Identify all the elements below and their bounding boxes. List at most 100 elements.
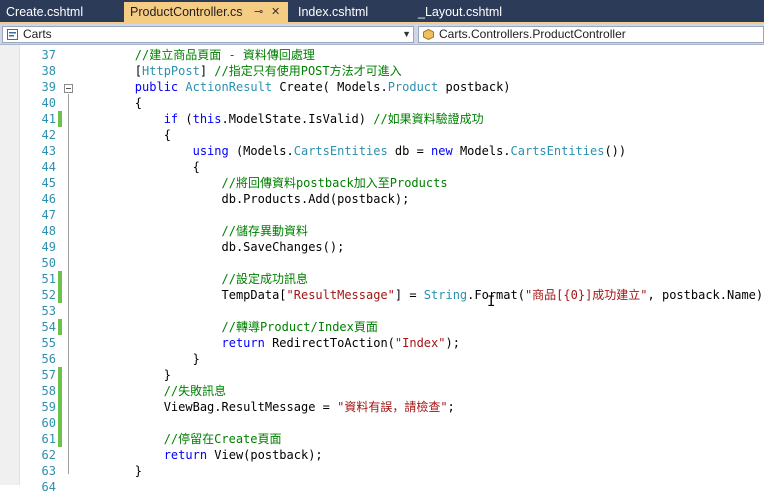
tab-label: Create.cshtml xyxy=(6,5,84,19)
close-icon[interactable]: ✕ xyxy=(271,2,280,22)
code-text[interactable]: //建立商品頁面 - 資料傳回處理 xyxy=(77,47,315,63)
code-text[interactable]: //轉導Product/Index頁面 xyxy=(77,319,378,335)
code-line[interactable]: 57 } xyxy=(0,367,764,383)
code-text[interactable]: return RedirectToAction("Index"); xyxy=(77,335,460,351)
code-line[interactable]: 42 { xyxy=(0,127,764,143)
type-member-dropdown[interactable]: Carts.Controllers.ProductController xyxy=(418,26,764,43)
code-line[interactable]: 53 xyxy=(0,303,764,319)
code-token: ; xyxy=(447,400,455,414)
line-number: 38 xyxy=(41,64,56,78)
line-number: 55 xyxy=(41,336,56,350)
csharp-project-icon xyxy=(7,29,18,40)
project-name: Carts xyxy=(23,27,52,41)
code-text[interactable]: { xyxy=(77,159,200,175)
code-text[interactable]: ViewBag.ResultMessage = "資料有誤，請檢查"; xyxy=(77,399,455,415)
code-token: db = xyxy=(387,144,432,158)
code-text[interactable]: using (Models.CartsEntities db = new Mod… xyxy=(77,143,627,159)
code-token: .ModelState.IsValid) xyxy=(221,112,374,126)
code-token: "Index" xyxy=(394,336,446,350)
code-line[interactable]: 49 db.SaveChanges(); xyxy=(0,239,764,255)
code-token: //建立商品頁面 - 資料傳回處理 xyxy=(134,48,315,62)
change-marker xyxy=(58,271,62,287)
chevron-down-icon[interactable]: ▼ xyxy=(402,27,411,42)
line-number: 46 xyxy=(41,192,56,206)
collapse-region-icon[interactable] xyxy=(64,84,73,93)
code-line[interactable]: 62 return View(postback); xyxy=(0,447,764,463)
tab-label: Index.cshtml xyxy=(298,5,369,19)
code-line[interactable]: 45 //將回傳資料postback加入至Products xyxy=(0,175,764,191)
code-line[interactable]: 46 db.Products.Add(postback); xyxy=(0,191,764,207)
code-token: } xyxy=(77,368,171,382)
tab-layout-cshtml[interactable]: _Layout.cshtml xyxy=(412,2,544,22)
line-number: 52 xyxy=(41,288,56,302)
code-text[interactable]: return View(postback); xyxy=(77,447,323,463)
text-cursor-icon: I xyxy=(487,294,496,310)
code-line[interactable]: 56 } xyxy=(0,351,764,367)
project-dropdown[interactable]: Carts ▼ xyxy=(2,26,414,43)
line-number: 54 xyxy=(41,320,56,334)
code-line[interactable]: 58 //失敗訊息 xyxy=(0,383,764,399)
code-text[interactable]: public ActionResult Create( Models.Produ… xyxy=(77,79,511,95)
code-text[interactable]: //失敗訊息 xyxy=(77,383,226,399)
code-line[interactable]: 63 } xyxy=(0,463,764,479)
code-line[interactable]: 50 xyxy=(0,255,764,271)
code-token: db.Products.Add(postback); xyxy=(77,192,410,206)
code-line[interactable]: 55 return RedirectToAction("Index"); xyxy=(0,335,764,351)
pin-icon[interactable]: ⊸ xyxy=(254,2,263,22)
code-token: //設定成功訊息 xyxy=(221,272,308,286)
code-editor[interactable]: 37 //建立商品頁面 - 資料傳回處理 38 [HttpPost] //指定只有… xyxy=(0,45,764,494)
navigation-bar: Carts ▼ Carts.Controllers.ProductControl… xyxy=(0,24,764,45)
code-line[interactable]: 48 //儲存異動資料 xyxy=(0,223,764,239)
code-line[interactable]: 54 //轉導Product/Index頁面 xyxy=(0,319,764,335)
change-marker xyxy=(58,399,62,415)
code-text[interactable]: } xyxy=(77,367,171,383)
code-text[interactable]: } xyxy=(77,463,142,479)
code-text[interactable]: { xyxy=(77,95,142,111)
code-text[interactable]: //將回傳資料postback加入至Products xyxy=(77,175,448,191)
code-line[interactable]: 59 ViewBag.ResultMessage = "資料有誤，請檢查"; xyxy=(0,399,764,415)
code-token: ()) xyxy=(604,144,627,158)
code-token: //儲存異動資料 xyxy=(221,224,308,238)
code-line[interactable]: 47 xyxy=(0,207,764,223)
code-token: using xyxy=(192,144,229,158)
code-token: //將回傳資料postback加入至Products xyxy=(221,176,448,190)
code-text[interactable]: db.SaveChanges(); xyxy=(77,239,344,255)
code-line[interactable]: 61 //停留在Create頁面 xyxy=(0,431,764,447)
change-marker xyxy=(58,383,62,399)
code-token: ActionResult xyxy=(185,80,273,94)
code-text[interactable]: if (this.ModelState.IsValid) //如果資料驗證成功 xyxy=(77,111,484,127)
code-line[interactable]: 39 public ActionResult Create( Models.Pr… xyxy=(0,79,764,95)
line-number: 60 xyxy=(41,416,56,430)
change-marker xyxy=(58,367,62,383)
code-text[interactable]: } xyxy=(77,351,200,367)
code-line[interactable]: 40 { xyxy=(0,95,764,111)
code-line[interactable]: 43 using (Models.CartsEntities db = new … xyxy=(0,143,764,159)
tab-index-cshtml[interactable]: Index.cshtml xyxy=(292,2,414,22)
code-text[interactable]: TempData["ResultMessage"] = String.Forma… xyxy=(77,287,764,303)
code-token: this xyxy=(192,112,222,126)
code-line[interactable]: 44 { xyxy=(0,159,764,175)
line-number: 42 xyxy=(41,128,56,142)
code-line[interactable]: 51 //設定成功訊息 xyxy=(0,271,764,287)
code-line[interactable]: 60 xyxy=(0,415,764,431)
code-text[interactable]: { xyxy=(77,127,171,143)
code-line[interactable]: 37 //建立商品頁面 - 資料傳回處理 xyxy=(0,47,764,63)
code-token: { xyxy=(77,96,143,110)
code-text[interactable]: //儲存異動資料 xyxy=(77,223,308,239)
code-text[interactable]: //停留在Create頁面 xyxy=(77,431,282,447)
code-token: HttpPost xyxy=(142,64,200,78)
code-line[interactable]: 41 if (this.ModelState.IsValid) //如果資料驗證… xyxy=(0,111,764,127)
class-name: Carts.Controllers.ProductController xyxy=(439,27,626,41)
code-text[interactable]: db.Products.Add(postback); xyxy=(77,191,409,207)
code-text[interactable]: //設定成功訊息 xyxy=(77,271,308,287)
tab-create-cshtml[interactable]: Create.cshtml xyxy=(0,2,124,22)
code-line[interactable]: 52 TempData["ResultMessage"] = String.Fo… xyxy=(0,287,764,303)
code-line[interactable]: 38 [HttpPost] //指定只有使用POST方法才可進入 xyxy=(0,63,764,79)
tab-productcontroller-cs[interactable]: ProductController.cs ⊸ ✕ xyxy=(124,2,288,24)
code-line[interactable]: 64 xyxy=(0,479,764,495)
code-text[interactable]: [HttpPost] //指定只有使用POST方法才可進入 xyxy=(77,63,402,79)
line-number: 59 xyxy=(41,400,56,414)
line-number: 44 xyxy=(41,160,56,174)
